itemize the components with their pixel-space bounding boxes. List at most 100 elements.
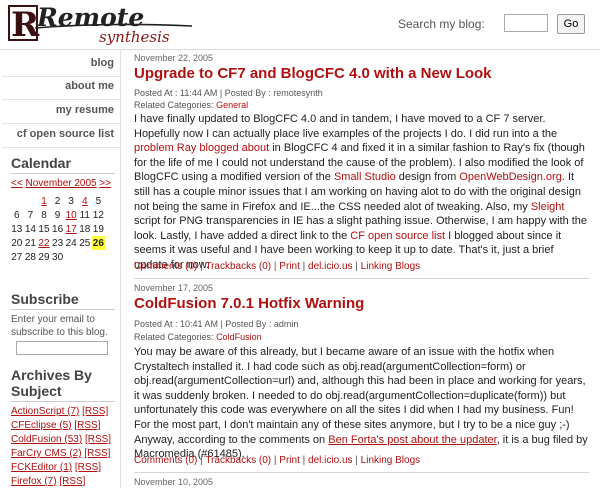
archive-link[interactable]: CFEclipse (5) bbox=[11, 420, 72, 431]
linking-blogs-link[interactable]: Linking Blogs bbox=[361, 455, 420, 466]
nav-about-me[interactable]: about me bbox=[2, 73, 120, 100]
calendar-day: 25 bbox=[79, 237, 91, 249]
archive-rss-link[interactable]: [RSS] bbox=[84, 448, 110, 459]
search-label: Search my blog: bbox=[398, 17, 485, 31]
post-body-link[interactable]: Ben Forta's post about the updater bbox=[328, 434, 496, 446]
calendar-day: 16 bbox=[52, 223, 64, 235]
delicious-link[interactable]: del.icio.us bbox=[308, 261, 352, 272]
archive-item: Firefox (7) [RSS] bbox=[11, 476, 85, 487]
post-date: November 17, 2005 bbox=[134, 283, 214, 293]
archive-link[interactable]: Firefox (7) bbox=[11, 476, 57, 487]
archives-divider bbox=[11, 401, 115, 402]
print-link[interactable]: Print bbox=[279, 261, 300, 272]
calendar-grid: 1 2 3 4 5 6 7 8 9 10 11 12 13 14 15 16 17 18 19 20 21 22 23 24 2… bbox=[10, 194, 106, 264]
archive-item: CFEclipse (5) [RSS] bbox=[11, 420, 100, 431]
linking-blogs-link[interactable]: Linking Blogs bbox=[361, 261, 420, 272]
logo-secondary-text: synthesis bbox=[99, 28, 170, 46]
calendar-day: 21 bbox=[24, 237, 36, 249]
trackbacks-link[interactable]: Trackbacks (0) bbox=[205, 455, 271, 466]
search-input[interactable] bbox=[504, 14, 548, 32]
calendar-week: 27 28 29 30 bbox=[10, 250, 105, 264]
calendar-day-link[interactable]: 22 bbox=[37, 236, 51, 250]
archive-item: ActionScript (7) [RSS] bbox=[11, 406, 108, 417]
post-date: November 10, 2005 bbox=[134, 477, 214, 487]
calendar-day: 5 bbox=[95, 195, 102, 207]
archive-link[interactable]: ColdFusion (53) bbox=[11, 434, 82, 445]
archives-heading-line2: Subject bbox=[11, 383, 62, 399]
calendar-day: 8 bbox=[41, 209, 47, 221]
calendar-empty-cell bbox=[64, 250, 78, 264]
calendar-empty-cell bbox=[78, 250, 92, 264]
trackbacks-link[interactable]: Trackbacks (0) bbox=[205, 261, 271, 272]
post-categories: Related Categories: ColdFusion bbox=[134, 332, 262, 342]
calendar-day-link[interactable]: 1 bbox=[37, 194, 51, 208]
calendar-day: 14 bbox=[24, 223, 36, 235]
calendar-week: 12345 bbox=[10, 194, 105, 208]
calendar-month-link[interactable]: November 2005 bbox=[25, 178, 96, 189]
archives-heading-line1: Archives By bbox=[11, 367, 92, 383]
calendar-day: 2 bbox=[54, 195, 61, 207]
post-divider bbox=[134, 278, 589, 279]
calendar-day: 9 bbox=[54, 209, 61, 221]
post-body-text: I have finally updated to BlogCFC 4.0 an… bbox=[134, 113, 558, 140]
calendar-heading: Calendar bbox=[11, 155, 71, 171]
calendar-day: 3 bbox=[68, 195, 74, 207]
comments-link[interactable]: Comments (0) bbox=[134, 261, 197, 272]
calendar-day: 28 bbox=[24, 251, 36, 263]
post-meta: Posted At : 11:44 AM | Posted By : remot… bbox=[134, 88, 323, 98]
post-body-link[interactable]: CF open source list bbox=[350, 230, 445, 242]
post-body-link[interactable]: problem Ray blogged about bbox=[134, 142, 269, 154]
main-content: November 22, 2005 Upgrade to CF7 and Blo… bbox=[120, 49, 600, 488]
calendar-day: 7 bbox=[27, 209, 34, 221]
archive-link[interactable]: FarCry CMS (2) bbox=[11, 448, 82, 459]
site-logo[interactable]: R Remote synthesis bbox=[7, 2, 203, 46]
archive-rss-link[interactable]: [RSS] bbox=[82, 406, 108, 417]
calendar-empty-cell bbox=[92, 250, 106, 264]
calendar-prev-link[interactable]: << bbox=[11, 178, 23, 189]
calendar-week: 20 21 22 23 24 25 26 bbox=[10, 236, 106, 250]
post-body-link[interactable]: OpenWebDesign.org bbox=[459, 171, 562, 183]
nav-my-resume[interactable]: my resume bbox=[2, 97, 120, 124]
archive-rss-link[interactable]: [RSS] bbox=[59, 476, 85, 487]
post-divider bbox=[134, 472, 589, 473]
subscribe-email-input[interactable] bbox=[16, 341, 108, 355]
subscribe-text: Enter your email to subscribe to this bl… bbox=[11, 314, 108, 338]
calendar-week: 6 7 8 9 10 11 12 bbox=[10, 208, 105, 222]
nav-cf-open-source-list[interactable]: cf open source list bbox=[2, 121, 120, 148]
archive-item: FarCry CMS (2) [RSS] bbox=[11, 448, 110, 459]
post-body-link[interactable]: Small Studio bbox=[334, 171, 396, 183]
calendar-divider bbox=[11, 173, 115, 174]
comments-link[interactable]: Comments (0) bbox=[134, 455, 197, 466]
subscribe-divider bbox=[11, 309, 115, 310]
post-footer: Comments (0) | Trackbacks (0) | Print | … bbox=[134, 455, 421, 466]
calendar-month-nav: << November 2005 >> bbox=[11, 178, 111, 189]
delicious-link[interactable]: del.icio.us bbox=[308, 455, 352, 466]
search-go-button[interactable]: Go bbox=[557, 14, 585, 34]
post-body-text: You may be aware of this already, but I … bbox=[134, 346, 586, 446]
calendar-day-link[interactable]: 17 bbox=[64, 222, 78, 236]
print-link[interactable]: Print bbox=[279, 455, 300, 466]
archive-rss-link[interactable]: [RSS] bbox=[75, 462, 101, 473]
post-title[interactable]: ColdFusion 7.0.1 Hotfix Warning bbox=[134, 295, 364, 312]
calendar-next-link[interactable]: >> bbox=[99, 178, 111, 189]
archive-item: ColdFusion (53) [RSS] bbox=[11, 434, 111, 445]
post-date: November 22, 2005 bbox=[134, 53, 214, 63]
post-body-link[interactable]: Sleight bbox=[531, 201, 565, 213]
post-body: I have finally updated to BlogCFC 4.0 an… bbox=[134, 112, 589, 273]
calendar-day-link[interactable]: 4 bbox=[78, 194, 92, 208]
post-categories: Related Categories: General bbox=[134, 100, 248, 110]
calendar-day-today: 26 bbox=[91, 236, 106, 250]
archive-rss-link[interactable]: [RSS] bbox=[85, 434, 111, 445]
archive-link[interactable]: ActionScript (7) bbox=[11, 406, 79, 417]
post-categories-label: Related Categories: bbox=[134, 332, 214, 342]
archive-rss-link[interactable]: [RSS] bbox=[74, 420, 100, 431]
archives-heading: Archives By Subject bbox=[11, 367, 92, 399]
calendar-day-link[interactable]: 10 bbox=[64, 208, 78, 222]
archive-link[interactable]: FCKEditor (1) bbox=[11, 462, 72, 473]
calendar-day: 30 bbox=[52, 251, 64, 263]
post-category-link[interactable]: ColdFusion bbox=[216, 332, 262, 342]
post-title[interactable]: Upgrade to CF7 and BlogCFC 4.0 with a Ne… bbox=[134, 65, 492, 82]
calendar-day: 27 bbox=[11, 251, 23, 263]
post-category-link[interactable]: General bbox=[216, 100, 248, 110]
calendar-day: 19 bbox=[92, 223, 104, 235]
